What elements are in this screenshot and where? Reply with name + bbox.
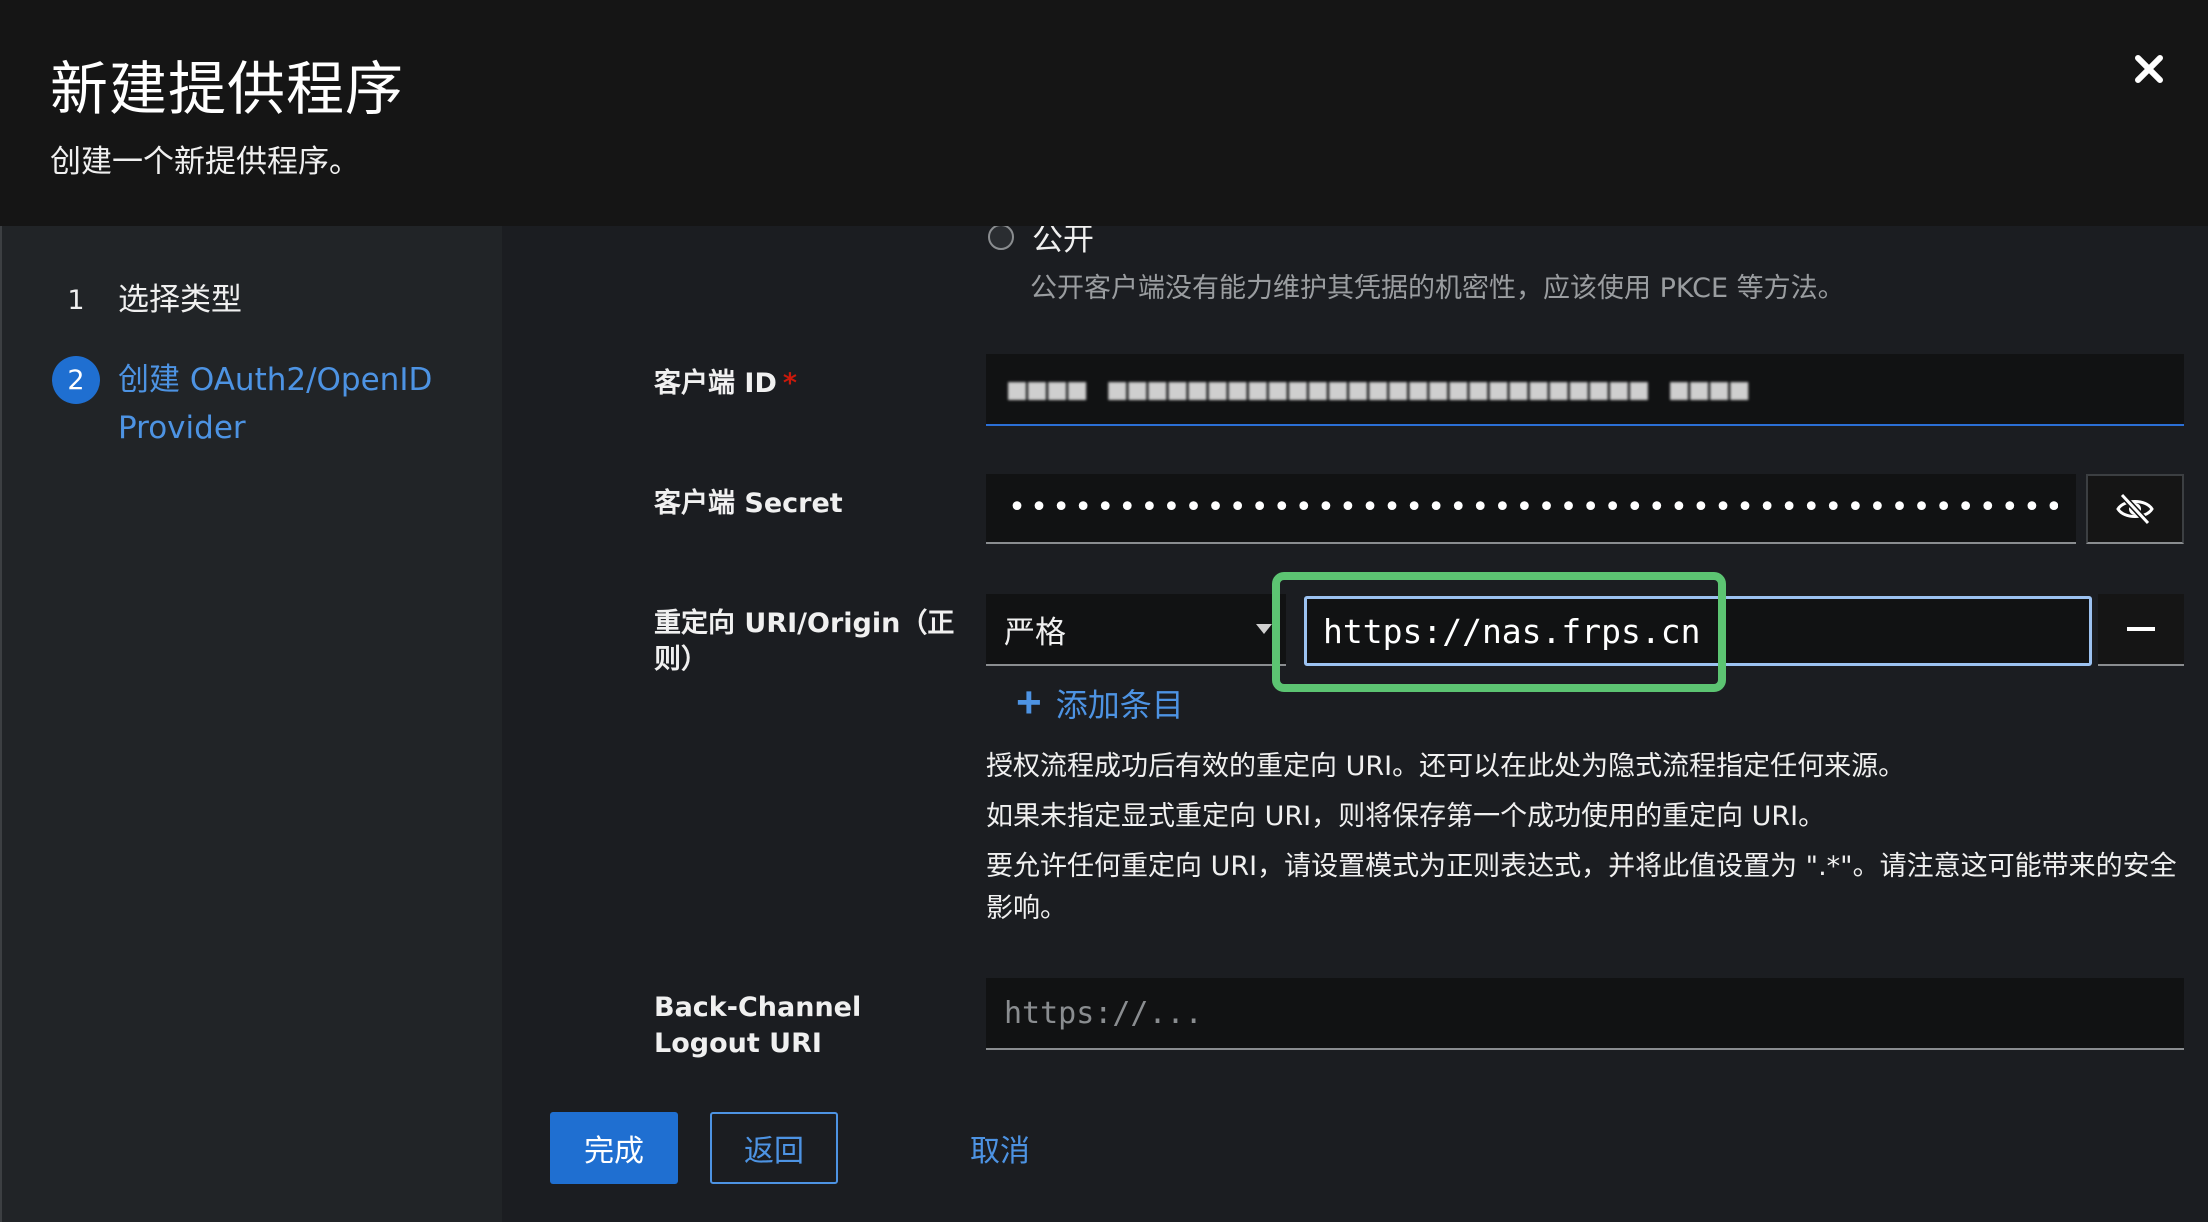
public-radio[interactable] bbox=[988, 226, 1014, 250]
client-id-label: 客户端 ID * bbox=[654, 366, 797, 402]
client-type-public-option[interactable]: 公开 bbox=[988, 226, 1094, 259]
add-entry-label: 添加条目 bbox=[1055, 686, 1184, 724]
redirect-help-line: 要允许任何重定向 URI，请设置模式为正则表达式，并将此值设置为 ".*"。请注… bbox=[986, 851, 2177, 924]
modal-title: 新建提供程序 bbox=[50, 55, 405, 123]
backchannel-logout-input[interactable] bbox=[1004, 995, 2184, 1031]
client-secret-value: ••••••••••••••••••••••••••••••••••••••••… bbox=[1008, 490, 2058, 525]
step-label-active: 创建 OAuth2/OpenID Provider bbox=[118, 362, 433, 446]
plus-icon: + bbox=[1016, 678, 1042, 727]
caret-down-icon bbox=[1256, 624, 1272, 634]
toggle-secret-visibility-button[interactable] bbox=[2086, 474, 2184, 544]
remove-entry-button[interactable] bbox=[2098, 594, 2184, 666]
required-mark: * bbox=[782, 368, 797, 399]
redirect-uri-input[interactable]: https://nas.frps.cn bbox=[1304, 596, 2092, 666]
client-id-value: ■■■■ ■■■■■■■■■■■■■■■■■■■■■■■■■■■ ■■■■ bbox=[1008, 372, 1751, 407]
redirect-match-mode-select[interactable]: 严格 bbox=[986, 594, 1286, 666]
redirect-help-line: 授权流程成功后有效的重定向 URI。还可以在此处为隐式流程指定任何来源。 bbox=[986, 751, 1906, 782]
close-button[interactable] bbox=[2124, 44, 2174, 94]
cancel-button[interactable]: 取消 bbox=[950, 1112, 1050, 1184]
modal-header: 新建提供程序 创建一个新提供程序。 bbox=[0, 0, 2208, 226]
minus-icon bbox=[2127, 627, 2155, 631]
wizard-nav: 1 选择类型 2 创建 OAuth2/OpenID Provider bbox=[0, 226, 502, 1222]
client-id-field[interactable]: ■■■■ ■■■■■■■■■■■■■■■■■■■■■■■■■■■ ■■■■ bbox=[986, 354, 2184, 426]
finish-button[interactable]: 完成 bbox=[550, 1112, 678, 1184]
client-secret-field[interactable]: ••••••••••••••••••••••••••••••••••••••••… bbox=[986, 474, 2076, 544]
backchannel-logout-field[interactable] bbox=[986, 978, 2184, 1050]
public-radio-help: 公开客户端没有能力维护其凭据的机密性，应该使用 PKCE 等方法。 bbox=[1030, 273, 1845, 304]
redirect-match-mode-value: 严格 bbox=[1004, 614, 1066, 651]
client-id-label-text: 客户端 ID bbox=[654, 368, 777, 399]
redirect-help-line: 如果未指定显式重定向 URI，则将保存第一个成功使用的重定向 URI。 bbox=[986, 801, 1826, 832]
wizard-footer: 完成 返回 取消 bbox=[502, 1058, 2208, 1222]
step-number-active: 2 bbox=[52, 356, 100, 404]
redirect-uri-label: 重定向 URI/Origin（正则） bbox=[654, 608, 955, 675]
back-button[interactable]: 返回 bbox=[710, 1112, 838, 1184]
step-label: 选择类型 bbox=[118, 282, 242, 318]
public-radio-label: 公开 bbox=[1032, 226, 1094, 258]
backchannel-logout-label: Back-Channel Logout URI bbox=[654, 992, 862, 1058]
create-provider-modal: 新建提供程序 创建一个新提供程序。 1 选择类型 2 创建 OAuth2/Ope… bbox=[0, 0, 2208, 1222]
wizard-step-create-provider[interactable]: 2 创建 OAuth2/OpenID Provider bbox=[52, 356, 448, 452]
client-secret-label: 客户端 Secret bbox=[654, 488, 843, 519]
wizard-step-select-type[interactable]: 1 选择类型 bbox=[52, 276, 242, 324]
modal-subtitle: 创建一个新提供程序。 bbox=[50, 144, 360, 180]
add-entry-button[interactable]: + 添加条目 bbox=[1016, 680, 1184, 726]
eye-slash-icon bbox=[2116, 492, 2154, 526]
step-number: 1 bbox=[67, 284, 85, 316]
close-icon[interactable] bbox=[2124, 44, 2174, 94]
redirect-uri-value: https://nas.frps.cn bbox=[1323, 611, 1701, 651]
wizard-body: 公开 公开客户端没有能力维护其凭据的机密性，应该使用 PKCE 等方法。 客户端… bbox=[502, 226, 2208, 1058]
